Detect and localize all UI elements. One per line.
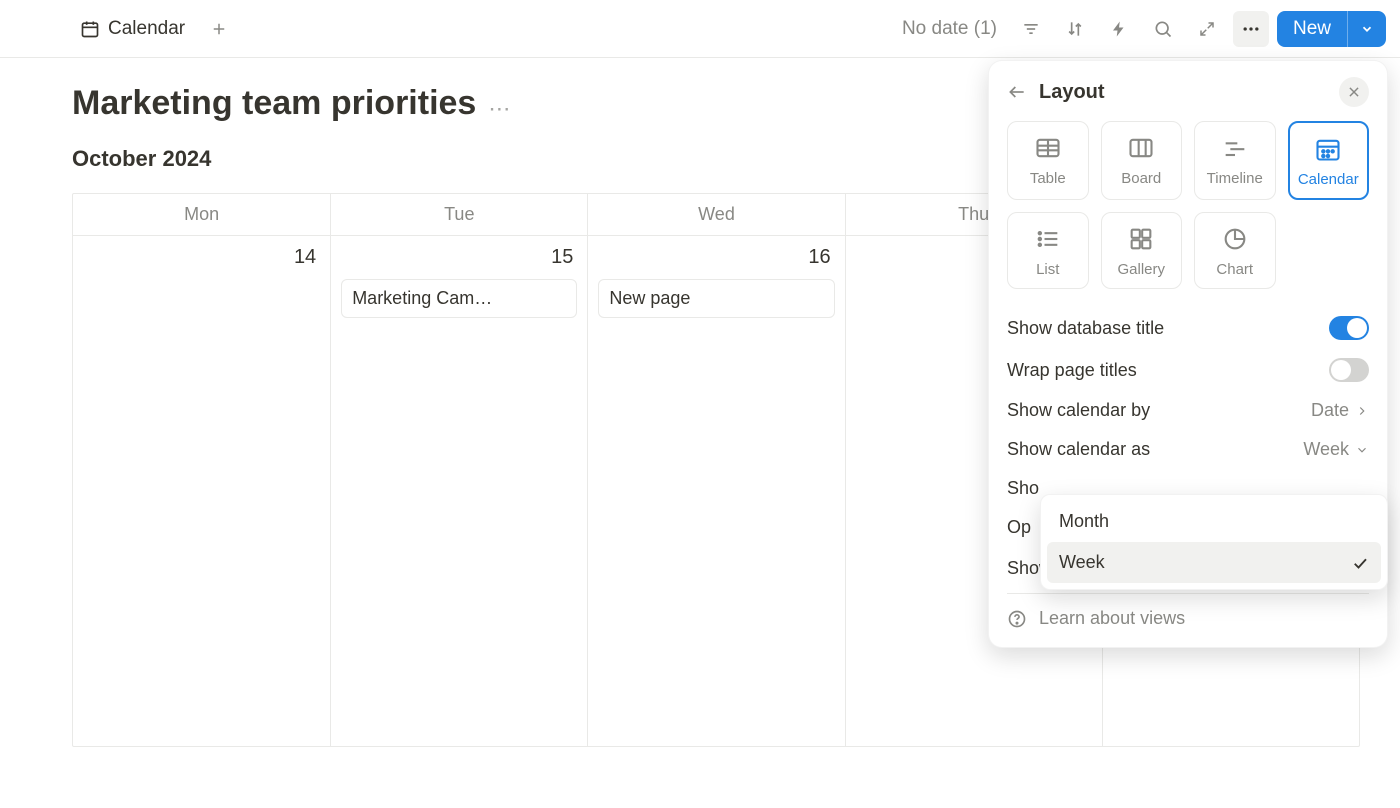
view-tab-label: Calendar <box>108 18 185 40</box>
toggle[interactable] <box>1329 358 1369 382</box>
filter-button[interactable] <box>1013 11 1049 47</box>
view-tab-calendar[interactable]: Calendar <box>72 14 193 44</box>
cell-date: 16 <box>598 246 834 269</box>
page-title-more-icon[interactable]: ⋯ <box>488 96 510 122</box>
new-button-chevron[interactable] <box>1347 11 1386 47</box>
calendar-cell[interactable]: 15 Marketing Cam… <box>330 236 587 746</box>
add-view-button[interactable] <box>201 11 237 47</box>
panel-title: Layout <box>1039 81 1105 104</box>
calendar-cell[interactable]: 14 <box>73 236 330 746</box>
day-header: Mon <box>73 194 330 235</box>
sort-button[interactable] <box>1057 11 1093 47</box>
layout-card-table[interactable]: Table <box>1007 121 1089 200</box>
calendar-cell[interactable]: 16 New page <box>587 236 844 746</box>
layout-card-calendar[interactable]: Calendar <box>1288 121 1370 200</box>
chart-icon <box>1221 225 1249 253</box>
layout-card-chart[interactable]: Chart <box>1194 212 1276 289</box>
gallery-icon <box>1127 225 1155 253</box>
no-date-pill[interactable]: No date (1) <box>894 14 1005 44</box>
chevron-right-icon <box>1355 404 1369 418</box>
calendar-icon <box>80 19 100 39</box>
toggle[interactable] <box>1329 316 1369 340</box>
cell-date: 14 <box>83 246 320 269</box>
check-icon <box>1351 554 1369 572</box>
dropdown-item-month[interactable]: Month <box>1047 501 1381 542</box>
option-wrap-page-titles[interactable]: Wrap page titles <box>1007 349 1369 391</box>
table-icon <box>1034 134 1062 162</box>
board-icon <box>1127 134 1155 162</box>
list-icon <box>1034 225 1062 253</box>
help-icon <box>1007 609 1027 629</box>
new-button-label: New <box>1277 11 1347 47</box>
day-header: Tue <box>330 194 587 235</box>
cell-date: 15 <box>341 246 577 269</box>
learn-about-views-link[interactable]: Learn about views <box>1007 594 1369 629</box>
option-show-calendar-as[interactable]: Show calendar as Week <box>1007 430 1369 469</box>
expand-button[interactable] <box>1189 11 1225 47</box>
panel-close-button[interactable] <box>1339 77 1369 107</box>
calendar-event[interactable]: Marketing Cam… <box>341 279 577 318</box>
option-show-calendar-by[interactable]: Show calendar by Date <box>1007 391 1369 430</box>
calendar-as-dropdown: Month Week <box>1040 494 1388 590</box>
option-show-db-title[interactable]: Show database title <box>1007 307 1369 349</box>
layout-card-gallery[interactable]: Gallery <box>1101 212 1183 289</box>
automation-button[interactable] <box>1101 11 1137 47</box>
new-button[interactable]: New <box>1277 11 1386 47</box>
page-title[interactable]: Marketing team priorities <box>72 84 476 123</box>
search-button[interactable] <box>1145 11 1181 47</box>
dropdown-item-week[interactable]: Week <box>1047 542 1381 583</box>
month-label: October 2024 <box>72 146 211 172</box>
timeline-icon <box>1221 134 1249 162</box>
calendar-event[interactable]: New page <box>598 279 834 318</box>
more-options-button[interactable] <box>1233 11 1269 47</box>
toolbar: Calendar No date (1) New <box>0 0 1400 58</box>
calendar-icon <box>1314 135 1342 163</box>
day-header: Wed <box>587 194 844 235</box>
layout-card-list[interactable]: List <box>1007 212 1089 289</box>
layout-card-board[interactable]: Board <box>1101 121 1183 200</box>
chevron-down-icon <box>1355 443 1369 457</box>
layout-card-timeline[interactable]: Timeline <box>1194 121 1276 200</box>
layout-type-grid: Table Board Timeline Calendar List <box>1007 121 1369 289</box>
panel-back-button[interactable] <box>1007 82 1027 102</box>
